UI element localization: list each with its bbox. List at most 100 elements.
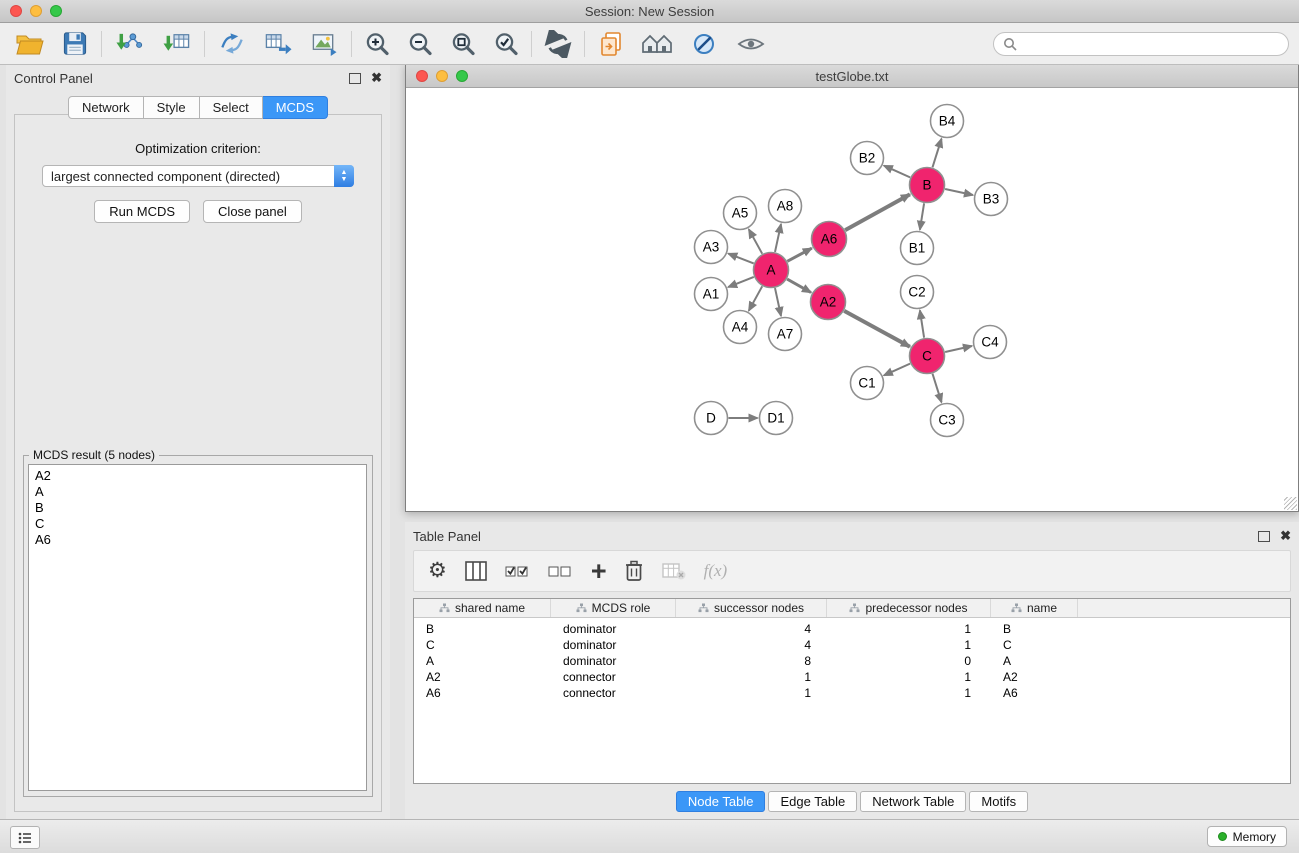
control-tab-style[interactable]: Style [144,96,200,119]
close-table-panel-icon[interactable]: ✖ [1280,531,1291,541]
save-session-icon[interactable] [61,30,89,57]
edge-A-A8[interactable] [775,224,781,252]
table-body: Bdominator41BCdominator41CAdominator80AA… [414,621,1290,701]
run-mcds-button[interactable]: Run MCDS [94,200,190,223]
table-row[interactable]: A2connector11A2 [414,669,1290,685]
delete-column-icon[interactable] [624,559,644,583]
dropdown-stepper-icon[interactable]: ▲▼ [334,165,354,187]
cell-predecessor-nodes: 1 [827,638,991,652]
close-window-button[interactable] [10,5,22,17]
edge-A-A2[interactable] [787,279,811,292]
show-panel-button[interactable] [10,826,40,849]
memory-button[interactable]: Memory [1207,826,1287,847]
unselect-all-columns-icon[interactable] [548,561,574,581]
minimize-window-button[interactable] [30,5,42,17]
zoom-fit-icon[interactable] [450,31,476,57]
table-panel-header: Table Panel ✖ [405,522,1299,548]
column-header-name[interactable]: name [991,599,1078,617]
table-row[interactable]: Adominator80A [414,653,1290,669]
edge-B-B4[interactable] [933,139,942,168]
result-item[interactable]: A2 [35,468,360,484]
result-item[interactable]: A [35,484,360,500]
zoom-in-icon[interactable] [364,31,390,57]
gear-icon[interactable]: ⚙ [428,561,447,581]
edge-A6-B[interactable] [845,194,910,230]
zoom-network-window-button[interactable] [456,70,468,82]
edge-A-A7[interactable] [775,288,781,316]
result-item[interactable]: A6 [35,532,360,548]
edge-B-B2[interactable] [884,166,910,178]
criterion-dropdown[interactable]: largest connected component (directed) ▲… [42,165,354,187]
function-builder-icon[interactable]: f(x) [704,561,728,581]
zoom-out-icon[interactable] [407,31,433,57]
minimize-network-window-button[interactable] [436,70,448,82]
edge-A-A4[interactable] [749,286,762,310]
export-image-icon[interactable] [309,30,339,57]
column-header-shared-name[interactable]: shared name [414,599,551,617]
cell-mcds-role: dominator [551,638,676,652]
column-header-predecessor-nodes[interactable]: predecessor nodes [827,599,991,617]
edge-C-C2[interactable] [920,310,924,337]
control-tab-select[interactable]: Select [200,96,263,119]
fullscreen-window-button[interactable] [50,5,62,17]
table-tab-edge-table[interactable]: Edge Table [768,791,857,812]
close-panel-icon[interactable]: ✖ [371,73,382,83]
eye-icon[interactable] [736,31,766,57]
cell-successor-nodes: 4 [676,638,827,652]
edge-A-A6[interactable] [787,248,812,261]
cell-mcds-role: dominator [551,622,676,636]
edge-B-B1[interactable] [920,203,924,229]
mcds-tab-content: Optimization criterion: largest connecte… [14,114,382,812]
refresh-icon[interactable] [544,30,572,58]
search-input[interactable] [1022,34,1288,54]
node-label-A8: A8 [777,199,794,214]
edge-A-A1[interactable] [728,277,754,287]
edge-C-C4[interactable] [945,346,972,352]
close-panel-button[interactable]: Close panel [203,200,302,223]
import-network-icon[interactable] [114,30,144,57]
cell-mcds-role: dominator [551,654,676,668]
table-row[interactable]: A6connector11A6 [414,685,1290,701]
cell-shared-name: A2 [414,670,551,684]
column-header-mcds-role[interactable]: MCDS role [551,599,676,617]
node-label-A6: A6 [821,232,838,247]
table-row[interactable]: Cdominator41C [414,637,1290,653]
network-canvas[interactable]: B4B2BB3A5A8A6A3B1AC2A1A2A4A7C4CC1C3DD1 [406,88,1298,511]
import-table-icon[interactable] [162,30,192,57]
mcds-result-title: MCDS result (5 nodes) [29,448,159,462]
column-header-successor-nodes[interactable]: successor nodes [676,599,827,617]
mcds-result-list[interactable]: A2ABCA6 [28,464,367,791]
node-label-C3: C3 [938,413,955,428]
export-table-icon[interactable] [263,30,293,57]
zoom-selected-icon[interactable] [493,31,519,57]
cell-successor-nodes: 4 [676,622,827,636]
create-column-icon[interactable]: + [591,560,607,582]
float-panel-icon[interactable] [349,73,361,84]
table-tab-motifs[interactable]: Motifs [969,791,1028,812]
edge-A-A3[interactable] [728,254,753,264]
control-tab-mcds[interactable]: MCDS [263,96,328,119]
export-network-icon[interactable] [217,30,247,57]
select-all-columns-icon[interactable] [505,561,531,581]
table-tab-network-table[interactable]: Network Table [860,791,966,812]
open-session-icon[interactable] [14,30,44,57]
cell-shared-name: C [414,638,551,652]
houses-icon[interactable] [640,31,674,57]
table-tab-node-table[interactable]: Node Table [676,791,766,812]
edge-C-C3[interactable] [933,374,942,403]
edge-C-C1[interactable] [884,364,910,376]
table-row[interactable]: Bdominator41B [414,621,1290,637]
copy-document-icon[interactable] [597,30,625,58]
result-item[interactable]: C [35,516,360,532]
control-panel-header: Control Panel ✖ [6,64,390,90]
edge-B-B3[interactable] [945,189,973,195]
float-table-panel-icon[interactable] [1258,531,1270,542]
result-item[interactable]: B [35,500,360,516]
control-tab-network[interactable]: Network [68,96,144,119]
resize-grip[interactable] [1284,497,1297,510]
edge-A2-C[interactable] [844,311,910,347]
edge-A-A5[interactable] [749,229,762,253]
close-network-window-button[interactable] [416,70,428,82]
show-columns-icon[interactable] [464,560,488,582]
annotation-icon[interactable] [691,30,719,58]
